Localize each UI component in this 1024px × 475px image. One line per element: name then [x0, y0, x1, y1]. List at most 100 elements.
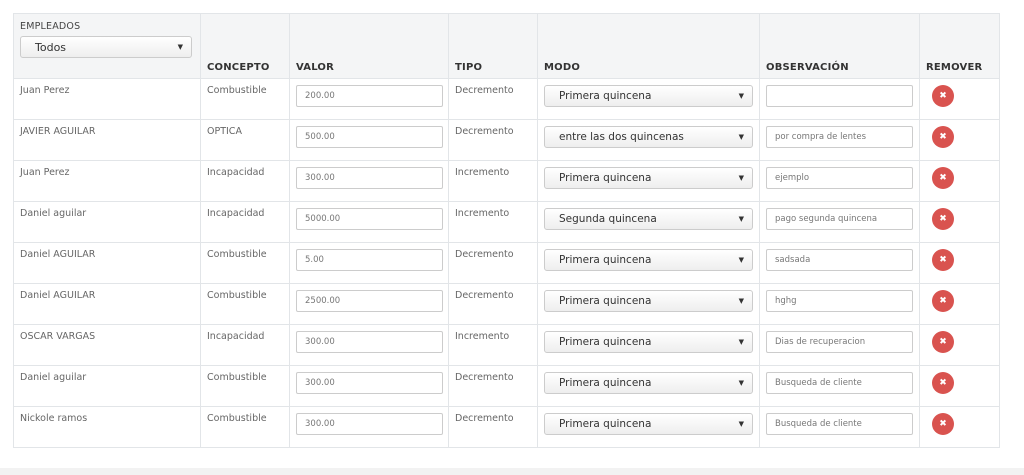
value-input[interactable]: 300.00 — [296, 372, 443, 394]
concept-text: Incapacidad — [207, 208, 265, 219]
caret-down-icon: ▼ — [738, 133, 744, 141]
remove-button[interactable]: ✖ — [932, 167, 954, 189]
cell-valor: 200.00 — [289, 78, 449, 120]
value-input[interactable]: 200.00 — [296, 85, 443, 107]
cell-remover: ✖ — [919, 160, 1000, 202]
observation-input[interactable]: Dias de recuperacion — [766, 331, 913, 353]
mode-select[interactable]: Primera quincena ▼ — [544, 85, 753, 107]
observation-input[interactable]: por compra de lentes — [766, 126, 913, 148]
value-input[interactable]: 5000.00 — [296, 208, 443, 230]
cell-observacion — [759, 78, 920, 120]
cell-modo: Primera quincena ▼ — [537, 283, 760, 325]
table-row: Daniel aguilar Combustible 300.00 Decrement… — [13, 365, 1000, 407]
observation-input[interactable]: pago segunda quincena — [766, 208, 913, 230]
cell-concepto: Combustible — [200, 365, 290, 407]
close-icon: ✖ — [939, 214, 947, 224]
column-header-tipo: TIPO — [448, 13, 538, 79]
cell-tipo: Incremento — [448, 201, 538, 243]
observation-input[interactable]: Busqueda de cliente — [766, 413, 913, 435]
observation-input[interactable] — [766, 85, 913, 107]
table-row: Juan Perez Incapacidad 300.00 Incremento Pri… — [13, 160, 1000, 202]
table-row: Daniel AGUILAR Combustible 5.00 Decremento P… — [13, 242, 1000, 284]
mode-select[interactable]: Primera quincena ▼ — [544, 249, 753, 271]
employee-filter-select[interactable]: Todos ▼ — [20, 36, 192, 58]
mode-select[interactable]: Segunda quincena ▼ — [544, 208, 753, 230]
cell-modo: Primera quincena ▼ — [537, 160, 760, 202]
remove-button[interactable]: ✖ — [932, 413, 954, 435]
cell-remover: ✖ — [919, 324, 1000, 366]
concept-text: Combustible — [207, 249, 267, 260]
caret-down-icon: ▼ — [738, 256, 744, 264]
mode-select[interactable]: Primera quincena ▼ — [544, 167, 753, 189]
concept-text: Incapacidad — [207, 167, 265, 178]
table-header-row: EMPLEADOS Todos ▼ CONCEPTO VALOR TIPO MO… — [13, 13, 1000, 79]
remove-button[interactable]: ✖ — [932, 126, 954, 148]
cell-valor: 5.00 — [289, 242, 449, 284]
caret-down-icon: ▼ — [738, 215, 744, 223]
employee-name: Juan Perez — [20, 167, 70, 178]
type-text: Incremento — [455, 331, 510, 342]
table-row: JAVIER AGUILAR OPTICA 500.00 Decremento entr… — [13, 119, 1000, 161]
adjustments-table-container: EMPLEADOS Todos ▼ CONCEPTO VALOR TIPO MO… — [13, 13, 1000, 448]
close-icon: ✖ — [939, 255, 947, 265]
cell-observacion: hghg — [759, 283, 920, 325]
observation-input[interactable]: sadsada — [766, 249, 913, 271]
cell-concepto: Combustible — [200, 283, 290, 325]
remove-button[interactable]: ✖ — [932, 208, 954, 230]
concept-text: Combustible — [207, 290, 267, 301]
cell-tipo: Decremento — [448, 406, 538, 448]
cell-remover: ✖ — [919, 283, 1000, 325]
type-text: Decremento — [455, 85, 514, 96]
cell-observacion: por compra de lentes — [759, 119, 920, 161]
concept-text: Combustible — [207, 413, 267, 424]
cell-empleado: JAVIER AGUILAR — [13, 119, 201, 161]
caret-down-icon: ▼ — [738, 379, 744, 387]
cell-empleado: Daniel AGUILAR — [13, 283, 201, 325]
value-input[interactable]: 300.00 — [296, 167, 443, 189]
observation-input[interactable]: Busqueda de cliente — [766, 372, 913, 394]
cell-modo: entre las dos quincenas ▼ — [537, 119, 760, 161]
remove-button[interactable]: ✖ — [932, 372, 954, 394]
remove-button[interactable]: ✖ — [932, 290, 954, 312]
employee-filter-value: Todos — [35, 40, 67, 54]
remove-button[interactable]: ✖ — [932, 249, 954, 271]
concept-text: Incapacidad — [207, 331, 265, 342]
cell-empleado: Juan Perez — [13, 78, 201, 120]
cell-remover: ✖ — [919, 406, 1000, 448]
value-input[interactable]: 5.00 — [296, 249, 443, 271]
value-input[interactable]: 300.00 — [296, 331, 443, 353]
cell-tipo: Decremento — [448, 283, 538, 325]
mode-select[interactable]: entre las dos quincenas ▼ — [544, 126, 753, 148]
remove-button[interactable]: ✖ — [932, 85, 954, 107]
cell-valor: 2500.00 — [289, 283, 449, 325]
cell-empleado: Nickole ramos — [13, 406, 201, 448]
cell-modo: Primera quincena ▼ — [537, 242, 760, 284]
cell-modo: Primera quincena ▼ — [537, 406, 760, 448]
employee-name: Daniel aguilar — [20, 208, 87, 219]
employee-name: JAVIER AGUILAR — [20, 126, 96, 137]
cell-concepto: Incapacidad — [200, 160, 290, 202]
column-header-modo: MODO — [537, 13, 760, 79]
cell-remover: ✖ — [919, 78, 1000, 120]
employee-name: Nickole ramos — [20, 413, 88, 424]
value-input[interactable]: 2500.00 — [296, 290, 443, 312]
mode-select[interactable]: Primera quincena ▼ — [544, 290, 753, 312]
cell-valor: 5000.00 — [289, 201, 449, 243]
mode-value: Primera quincena — [559, 418, 652, 430]
mode-select[interactable]: Primera quincena ▼ — [544, 372, 753, 394]
remove-button[interactable]: ✖ — [932, 331, 954, 353]
mode-value: Primera quincena — [559, 336, 652, 348]
observation-input[interactable]: ejemplo — [766, 167, 913, 189]
mode-select[interactable]: Primera quincena ▼ — [544, 331, 753, 353]
column-header-concepto: CONCEPTO — [200, 13, 290, 79]
cell-observacion: pago segunda quincena — [759, 201, 920, 243]
value-input[interactable]: 300.00 — [296, 413, 443, 435]
close-icon: ✖ — [939, 419, 947, 429]
cell-modo: Primera quincena ▼ — [537, 324, 760, 366]
mode-select[interactable]: Primera quincena ▼ — [544, 413, 753, 435]
cell-valor: 300.00 — [289, 406, 449, 448]
observation-input[interactable]: hghg — [766, 290, 913, 312]
value-input[interactable]: 500.00 — [296, 126, 443, 148]
type-text: Incremento — [455, 167, 510, 178]
caret-down-icon: ▼ — [177, 43, 183, 51]
